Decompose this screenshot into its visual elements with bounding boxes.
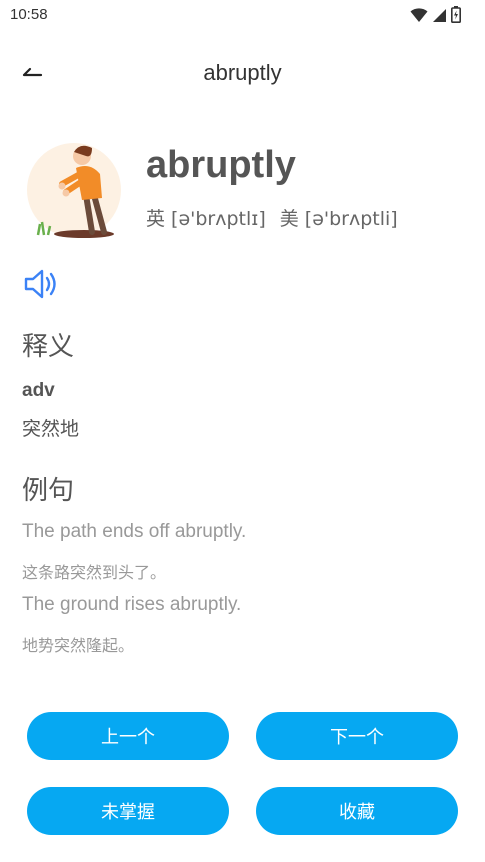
wifi-icon (410, 7, 428, 22)
phonetics: 英 [ə'brʌptlɪ] 美 [ə'brʌptli] (146, 204, 398, 231)
battery-icon (451, 6, 461, 23)
status-bar: 10:58 (0, 0, 485, 32)
illustration-image (27, 143, 121, 238)
example-sentence-zh: 这条路突然到头了。 (22, 563, 167, 582)
status-time: 10:58 (10, 6, 48, 23)
meaning-text: 突然地 (22, 418, 80, 440)
top-bar: abruptly (0, 52, 485, 96)
speaker-icon (24, 269, 56, 299)
definition-section-title: 释义 (22, 332, 75, 362)
next-button[interactable]: 下一个 (256, 712, 458, 760)
signal-icon (433, 8, 446, 22)
word-text: abruptly (146, 144, 296, 186)
phonetic-uk: 英 [ə'brʌptlɪ] (146, 208, 266, 230)
part-of-speech: adv (22, 380, 55, 401)
examples-section-title: 例句 (22, 476, 75, 506)
favorite-button[interactable]: 收藏 (256, 787, 458, 835)
phonetic-us: 美 [ə'brʌptli] (279, 208, 398, 230)
not-mastered-button[interactable]: 未掌握 (27, 787, 229, 835)
pronounce-button[interactable] (22, 266, 62, 302)
word-illustration (22, 140, 126, 242)
example-sentence-en: The ground rises abruptly. (22, 594, 242, 615)
prev-button[interactable]: 上一个 (27, 712, 229, 760)
page-title: abruptly (203, 60, 282, 85)
example-sentence-en: The path ends off abruptly. (22, 521, 247, 542)
example-sentence-zh: 地势突然隆起。 (22, 636, 135, 655)
status-icons (410, 6, 461, 23)
